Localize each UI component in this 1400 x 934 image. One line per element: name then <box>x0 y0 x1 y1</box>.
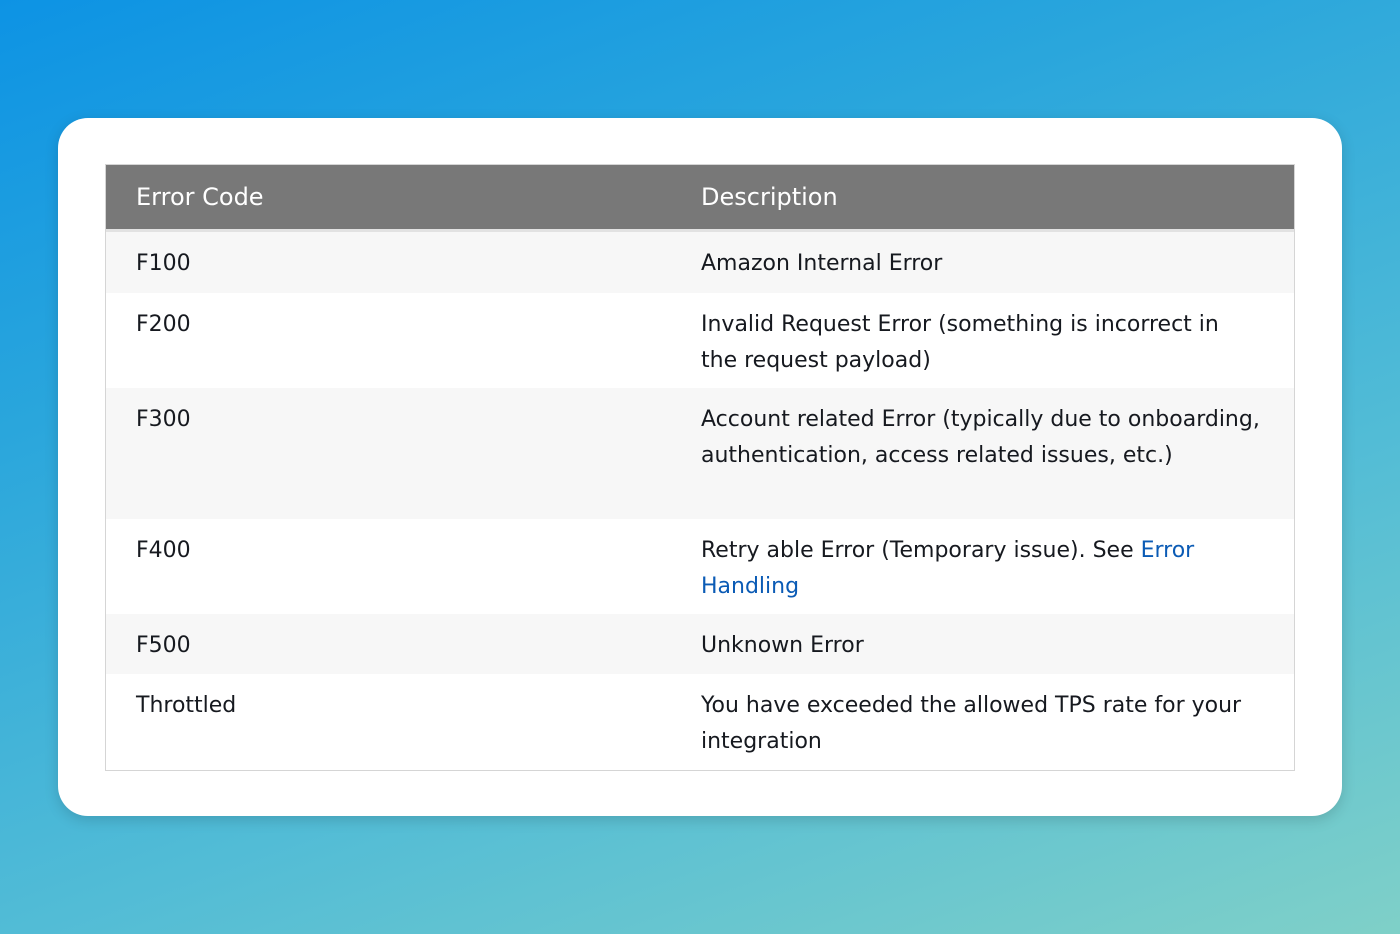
error-code-cell: Throttled <box>136 693 237 718</box>
description-cell: Invalid Request Error (something is inco… <box>701 312 1219 373</box>
description-cell: Unknown Error <box>701 633 864 658</box>
description-cell: Amazon Internal Error <box>701 251 943 276</box>
content-card: Error Code Description F100 Amazon Inter… <box>58 118 1342 816</box>
table-row: F100 Amazon Internal Error <box>106 232 1294 293</box>
error-code-cell: F200 <box>136 312 191 337</box>
description-text: Retry able Error (Temporary issue). See <box>701 538 1141 563</box>
column-header-error-code: Error Code <box>136 183 264 211</box>
table-header: Error Code Description <box>106 165 1294 232</box>
error-code-cell: F400 <box>136 538 191 563</box>
column-header-description: Description <box>701 183 838 211</box>
error-code-table: Error Code Description F100 Amazon Inter… <box>105 164 1295 771</box>
description-cell: You have exceeded the allowed TPS rate f… <box>701 693 1242 754</box>
description-cell: Account related Error (typically due to … <box>701 407 1260 468</box>
table-row: F200 Invalid Request Error (something is… <box>106 293 1294 388</box>
error-code-cell: F300 <box>136 407 191 432</box>
table-row: Throttled You have exceeded the allowed … <box>106 674 1294 770</box>
table-row: F400 Retry able Error (Temporary issue).… <box>106 519 1294 614</box>
error-code-cell: F100 <box>136 251 191 276</box>
table-row: F500 Unknown Error <box>106 614 1294 674</box>
description-cell: Retry able Error (Temporary issue). See … <box>701 533 1261 614</box>
error-code-cell: F500 <box>136 633 191 658</box>
table-row: F300 Account related Error (typically du… <box>106 388 1294 519</box>
